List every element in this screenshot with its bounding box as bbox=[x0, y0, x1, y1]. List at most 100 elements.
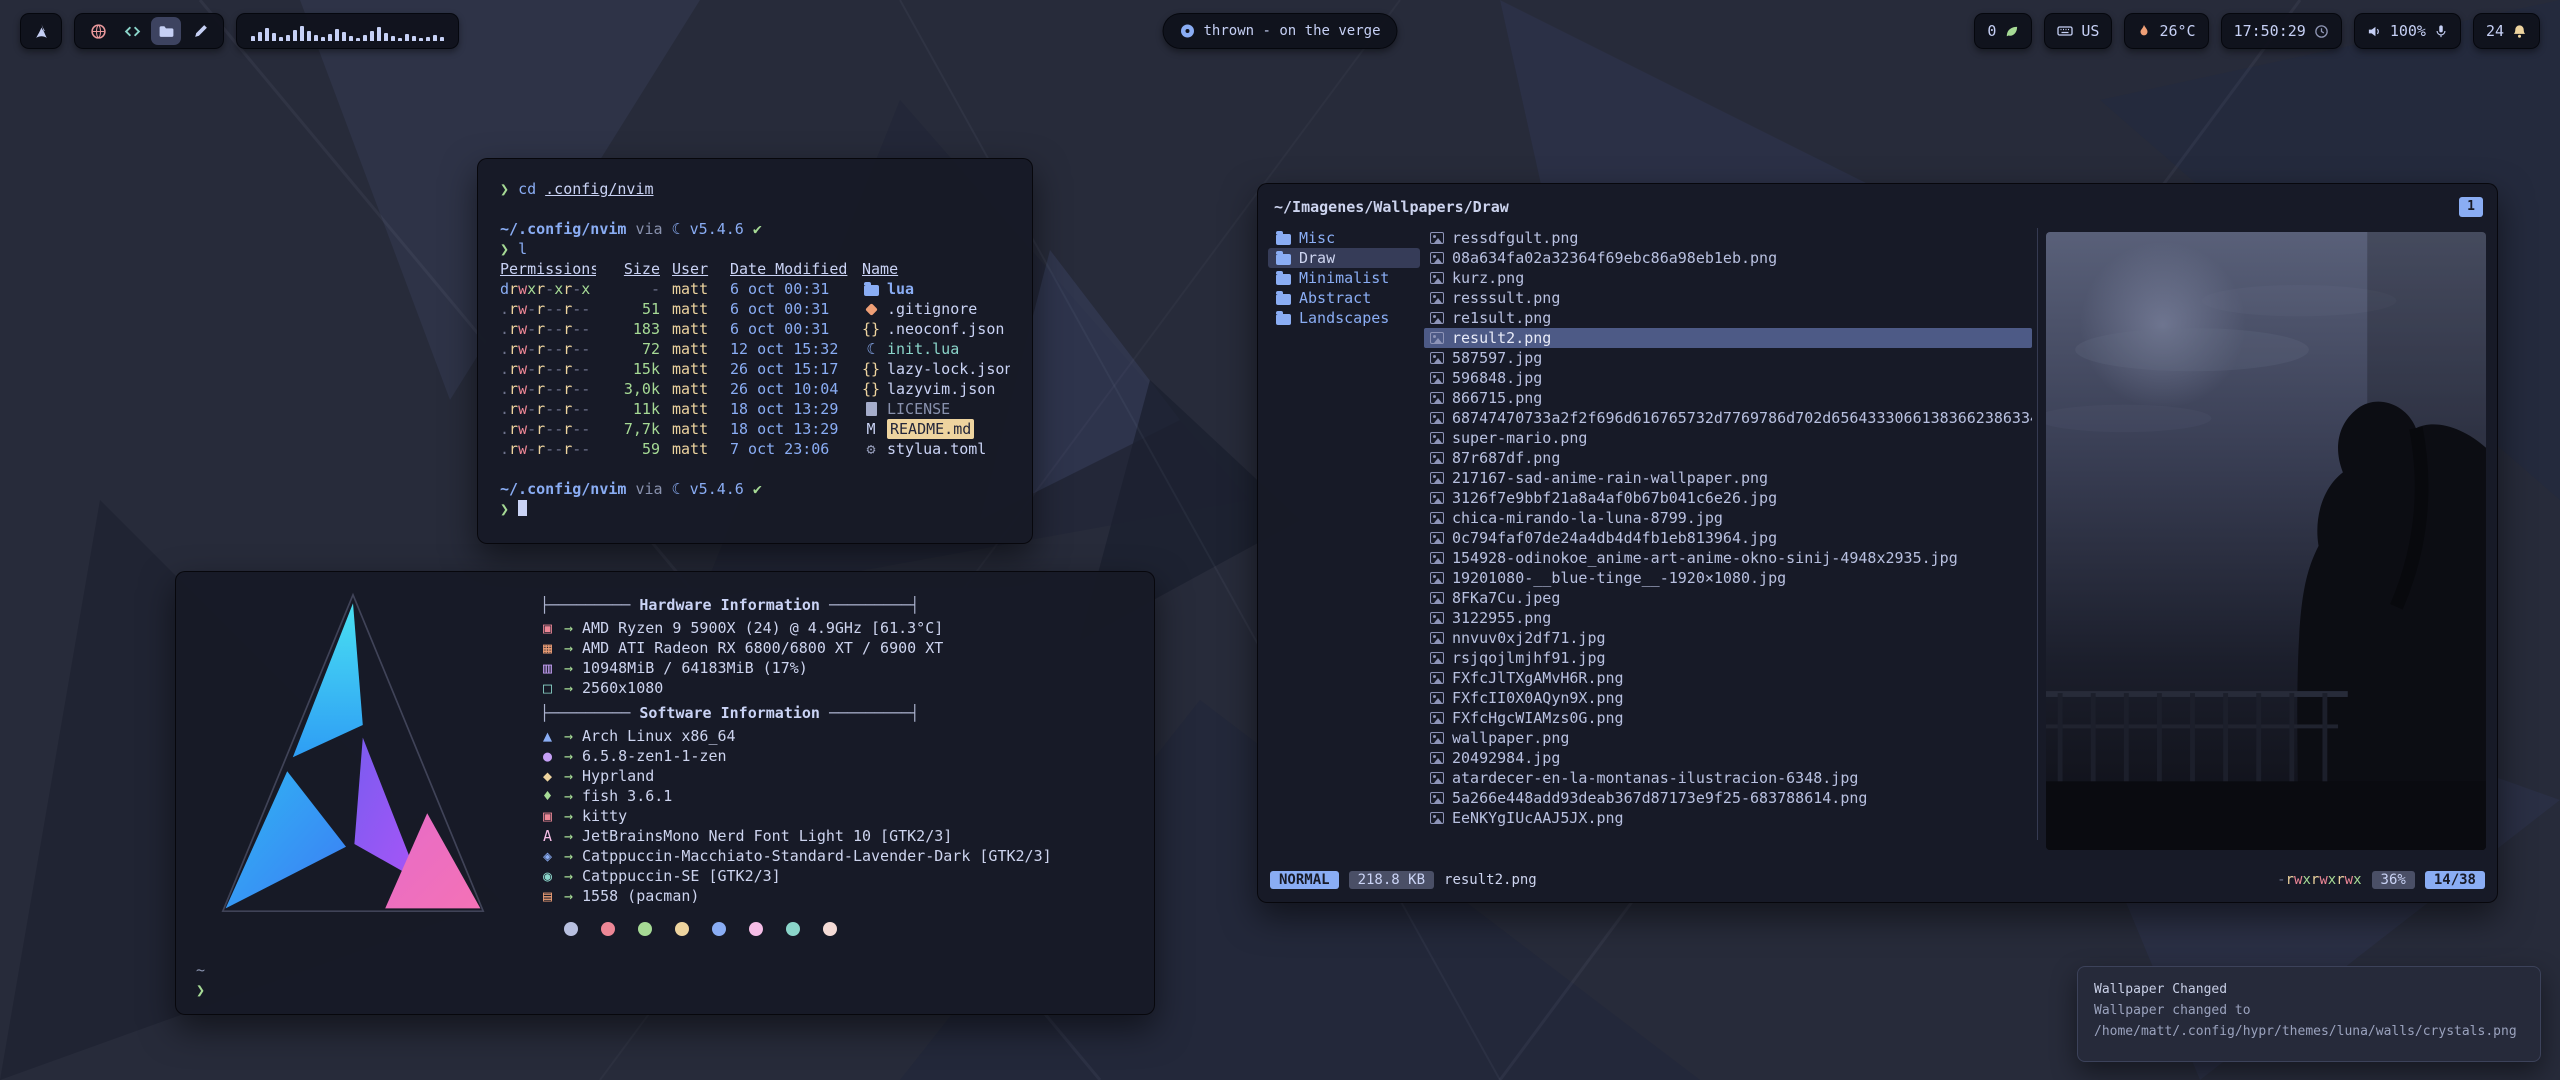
file-item[interactable]: 5a266e448add93deab367d87173e9f25-6837886… bbox=[1424, 788, 2032, 808]
listing-row: .rw-r--r--11kmatt18 oct 13:29LICENSE bbox=[500, 399, 1010, 419]
image-icon bbox=[1430, 632, 1444, 644]
file-item[interactable]: super-mario.png bbox=[1424, 428, 2032, 448]
file-item[interactable]: 587597.jpg bbox=[1424, 348, 2032, 368]
arrow-icon: → bbox=[564, 847, 573, 865]
file-item[interactable]: FXfcII0X0AQyn9X.png bbox=[1424, 688, 2032, 708]
active-prompt[interactable]: ❯ bbox=[196, 980, 205, 1000]
arrow-icon: → bbox=[564, 807, 573, 825]
updates-module[interactable]: 0 bbox=[1974, 13, 2032, 49]
file-item[interactable]: 596848.jpg bbox=[1424, 368, 2032, 388]
sidebar-folder-landscapes[interactable]: Landscapes bbox=[1268, 308, 1420, 328]
file-item[interactable]: 0c794faf07de24a4db4d4fb1eb813964.jpg bbox=[1424, 528, 2032, 548]
viz-bar bbox=[307, 31, 311, 41]
listing-row: .rw-r--r--51matt6 oct 00:31.gitignore bbox=[500, 299, 1010, 319]
arrow-icon: → bbox=[564, 767, 573, 785]
terminal-icon: ▣ bbox=[540, 807, 555, 825]
temperature-module[interactable]: 26°C bbox=[2124, 13, 2208, 49]
palette-dot bbox=[675, 922, 689, 936]
file-item[interactable]: FXfcHgcWIAMzs0G.png bbox=[1424, 708, 2032, 728]
file-item[interactable]: 8FKa7Cu.jpeg bbox=[1424, 588, 2032, 608]
workspace-browser[interactable] bbox=[83, 17, 113, 45]
command: l bbox=[518, 240, 527, 258]
file-item[interactable]: EeNKYgIUcAAJ5JX.png bbox=[1424, 808, 2032, 828]
file-item[interactable]: chica-mirando-la-luna-8799.jpg bbox=[1424, 508, 2032, 528]
file-item[interactable]: re1sult.png bbox=[1424, 308, 2032, 328]
json-icon: {} bbox=[862, 319, 880, 339]
file-item[interactable]: nnvuv0xj2df71.jpg bbox=[1424, 628, 2032, 648]
volume-label: 100% bbox=[2390, 13, 2426, 49]
file-item[interactable]: 3122955.png bbox=[1424, 608, 2032, 628]
file-item[interactable]: 19201080-__blue-tinge__-1920×1080.jpg bbox=[1424, 568, 2032, 588]
file-manager-window[interactable]: ~/Imagenes/Wallpapers/Draw 1 MiscDrawMin… bbox=[1257, 183, 2498, 903]
active-prompt[interactable]: ❯ bbox=[500, 499, 1010, 519]
notifications-module[interactable]: 24 bbox=[2473, 13, 2540, 49]
file-item[interactable]: 87r687df.png bbox=[1424, 448, 2032, 468]
image-icon bbox=[1430, 552, 1444, 564]
file-item[interactable]: wallpaper.png bbox=[1424, 728, 2032, 748]
file-item[interactable]: 68747470733a2f2f696d616765732d7769786d70… bbox=[1424, 408, 2032, 428]
sidebar-folder-minimalist[interactable]: Minimalist bbox=[1268, 268, 1420, 288]
image-icon bbox=[1430, 472, 1444, 484]
keyboard-icon bbox=[2057, 23, 2073, 39]
system-info: ├───────── Hardware Information ────────… bbox=[540, 592, 1134, 936]
listing-row: .rw-r--r--7,7kmatt18 oct 13:29MREADME.md bbox=[500, 419, 1010, 439]
image-icon bbox=[1430, 392, 1444, 404]
workspace-files[interactable] bbox=[151, 17, 181, 45]
listing-header: Permissions Size User Date Modified Name bbox=[500, 259, 1010, 279]
file-item[interactable]: 3126f7e9bbf21a8a4af0b67b041c6e26.jpg bbox=[1424, 488, 2032, 508]
file-item[interactable]: 866715.png bbox=[1424, 388, 2032, 408]
file-item[interactable]: 217167-sad-anime-rain-wallpaper.png bbox=[1424, 468, 2032, 488]
file-item[interactable]: result2.png bbox=[1424, 328, 2032, 348]
palette-dot bbox=[749, 922, 763, 936]
sidebar-folder-abstract[interactable]: Abstract bbox=[1268, 288, 1420, 308]
launcher-button[interactable] bbox=[20, 13, 62, 49]
status-bar: NORMAL 218.8 KB result2.png -rwxrwxrwx 3… bbox=[1270, 868, 2485, 892]
arrow-icon: → bbox=[564, 867, 573, 885]
palette-dot bbox=[638, 922, 652, 936]
file-item[interactable]: rsjqojlmjhf91.jpg bbox=[1424, 648, 2032, 668]
notification-title: Wallpaper Changed bbox=[2094, 980, 2524, 1001]
fastfetch-window[interactable]: ├───────── Hardware Information ────────… bbox=[175, 571, 1155, 1015]
sidebar-folder-draw[interactable]: Draw bbox=[1268, 248, 1420, 268]
palette-dot bbox=[786, 922, 800, 936]
file-item[interactable]: ressdfgult.png bbox=[1424, 228, 2032, 248]
keyboard-layout-module[interactable]: US bbox=[2044, 13, 2112, 49]
workspace-code[interactable] bbox=[117, 17, 147, 45]
clock-label: 17:50:29 bbox=[2234, 13, 2306, 49]
file-item[interactable]: kurz.png bbox=[1424, 268, 2032, 288]
folder-icon bbox=[864, 285, 879, 296]
music-disc-icon bbox=[1179, 23, 1195, 39]
tab-indicator[interactable]: 1 bbox=[2459, 197, 2483, 217]
section-title: ├───────── Software Information ────────… bbox=[540, 704, 1134, 726]
viz-bar bbox=[342, 32, 346, 41]
workspace-edit[interactable] bbox=[185, 17, 215, 45]
markdown-icon: M bbox=[862, 419, 880, 439]
terminal-window[interactable]: ❯ cd .config/nvim ~/.config/nvim via ☾ v… bbox=[477, 158, 1033, 544]
cwd: ~/.config/nvim bbox=[500, 220, 626, 238]
file-item[interactable]: 20492984.jpg bbox=[1424, 748, 2032, 768]
workspace-switcher bbox=[74, 13, 224, 49]
folder-sidebar: MiscDrawMinimalistAbstractLandscapes bbox=[1268, 228, 1420, 328]
file-item[interactable]: 08a634fa02a32364f69ebc86a98eb1eb.png bbox=[1424, 248, 2032, 268]
file-item[interactable]: resssult.png bbox=[1424, 288, 2032, 308]
file-item[interactable]: FXfcJlTXgAMvH6R.png bbox=[1424, 668, 2032, 688]
file-item[interactable]: atardecer-en-la-montanas-ilustracion-634… bbox=[1424, 768, 2032, 788]
fetch-line: ▲→Arch Linux x86_64 bbox=[540, 726, 1134, 746]
viz-bar bbox=[398, 38, 402, 41]
viz-bar bbox=[272, 33, 276, 41]
viz-bar bbox=[314, 35, 318, 41]
file-item[interactable]: 154928-odinokoe_anime-art-anime-okno-sin… bbox=[1424, 548, 2032, 568]
audio-module[interactable]: 100% bbox=[2354, 13, 2461, 49]
theme-icon: ◈ bbox=[540, 847, 555, 865]
viz-bar bbox=[405, 34, 409, 41]
sidebar-folder-misc[interactable]: Misc bbox=[1268, 228, 1420, 248]
clock-module[interactable]: 17:50:29 bbox=[2221, 13, 2342, 49]
git-icon bbox=[865, 303, 878, 316]
prompt-char: ❯ bbox=[500, 180, 509, 198]
file-permissions: -rwxrwxrwx bbox=[2277, 872, 2361, 888]
notification-popup[interactable]: Wallpaper Changed Wallpaper changed to /… bbox=[2077, 966, 2541, 1062]
media-player-widget[interactable]: thrown - on the verge bbox=[1162, 13, 1397, 49]
file-size-badge: 218.8 KB bbox=[1349, 871, 1434, 889]
image-icon bbox=[1430, 772, 1444, 784]
packages-icon: ▤ bbox=[540, 887, 555, 905]
